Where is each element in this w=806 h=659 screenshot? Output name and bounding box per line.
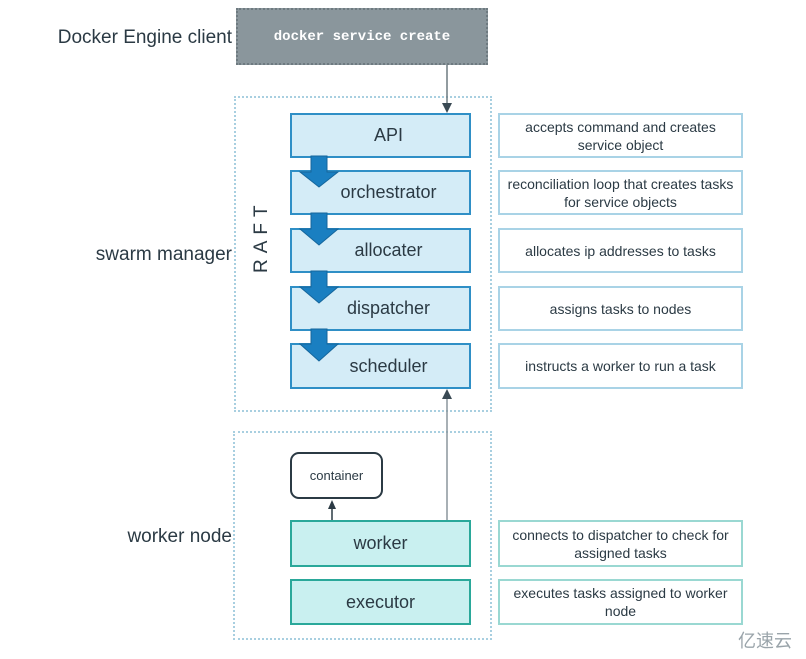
connector-arrows bbox=[298, 65, 452, 520]
flow-arrows bbox=[298, 155, 340, 362]
flow-arrow-down-icon bbox=[298, 155, 340, 188]
flow-arrow-down-icon bbox=[298, 212, 340, 246]
flow-arrow-down-icon bbox=[298, 328, 340, 362]
worker-to-container-arrow bbox=[328, 500, 336, 520]
worker-to-scheduler-arrow bbox=[442, 389, 452, 520]
watermark-logo: 亿速云 bbox=[738, 631, 792, 651]
client-to-api-arrow bbox=[442, 65, 452, 113]
flow-arrow-down-icon bbox=[298, 270, 340, 304]
